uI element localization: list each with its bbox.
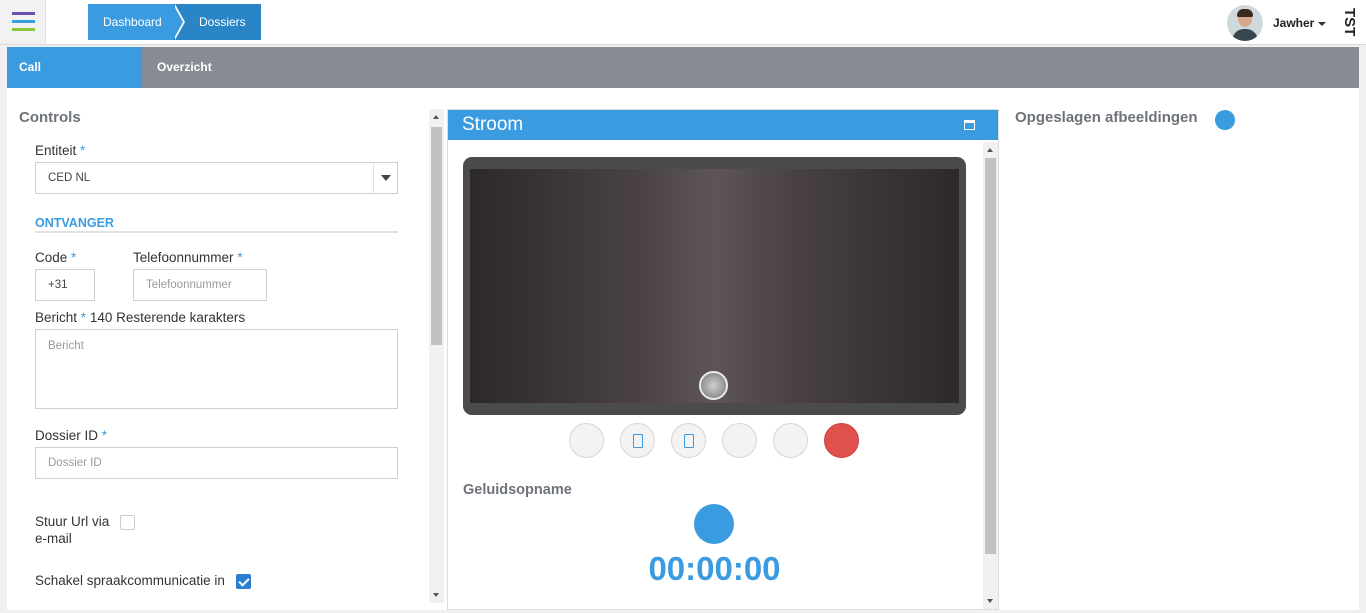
chevron-down-icon: [373, 163, 397, 193]
entiteit-select[interactable]: CED NL: [35, 162, 398, 194]
controls-title: Controls: [19, 109, 81, 126]
stream-scrollbar[interactable]: [983, 142, 998, 609]
control-button-2[interactable]: [620, 423, 655, 458]
video-frame: [463, 157, 966, 415]
code-input[interactable]: +31: [35, 269, 95, 301]
scroll-down-icon[interactable]: [433, 593, 439, 597]
controls-panel: Controls Entiteit * CED NL ONTVANGER Cod…: [7, 88, 445, 610]
telefoon-label: Telefoonnummer *: [133, 250, 243, 265]
user-name: Jawher: [1273, 16, 1327, 30]
top-bar: Dashboard Dossiers Jawher TST: [0, 0, 1366, 45]
maximize-icon[interactable]: [964, 120, 975, 130]
tab-overzicht[interactable]: Overzicht: [157, 47, 212, 88]
controls-scrollbar[interactable]: [429, 109, 444, 603]
video-feed: [470, 169, 959, 403]
capture-button[interactable]: [699, 371, 728, 400]
square-icon: [684, 434, 694, 448]
user-menu[interactable]: Jawher: [1227, 4, 1327, 42]
saved-images-title: Opgeslagen afbeeldingen: [1015, 109, 1198, 126]
stuur-url-checkbox[interactable]: [120, 515, 135, 530]
spraak-label: Schakel spraakcommunicatie in: [35, 573, 225, 588]
stream-title: Stroom: [462, 114, 524, 135]
record-button[interactable]: [694, 504, 734, 544]
stream-panel: Stroom Geluidsopname 00:00:00: [447, 109, 999, 610]
control-button-4[interactable]: [722, 423, 757, 458]
tab-bar: Call Overzicht: [7, 47, 1359, 88]
end-call-button[interactable]: [824, 423, 859, 458]
scroll-up-icon[interactable]: [987, 148, 993, 152]
breadcrumb-dossiers[interactable]: Dossiers: [173, 4, 261, 40]
scrollbar-thumb[interactable]: [431, 127, 442, 345]
menu-line: [12, 28, 35, 31]
saved-images-indicator[interactable]: [1215, 110, 1235, 130]
scrollbar-thumb[interactable]: [985, 158, 996, 554]
control-button-1[interactable]: [569, 423, 604, 458]
bericht-textarea[interactable]: Bericht: [35, 329, 398, 409]
hamburger-menu-icon[interactable]: [0, 0, 46, 44]
main-content: Controls Entiteit * CED NL ONTVANGER Cod…: [7, 88, 1359, 610]
code-label: Code *: [35, 250, 77, 265]
breadcrumb: Dashboard Dossiers: [88, 4, 261, 40]
avatar: [1227, 5, 1263, 41]
dossier-label: Dossier ID *: [35, 428, 108, 443]
scroll-up-icon[interactable]: [433, 115, 439, 119]
square-icon: [633, 434, 643, 448]
ontvanger-title: ONTVANGER: [35, 216, 398, 233]
menu-line: [12, 12, 35, 15]
scroll-down-icon[interactable]: [987, 599, 993, 603]
environment-label: TST: [1341, 8, 1358, 37]
menu-line: [12, 20, 35, 23]
stream-header: Stroom: [448, 110, 998, 140]
breadcrumb-dashboard[interactable]: Dashboard: [88, 4, 185, 40]
bericht-label: Bericht * 140 Resterende karakters: [35, 310, 246, 325]
control-button-5[interactable]: [773, 423, 808, 458]
tab-call[interactable]: Call: [7, 47, 142, 88]
dossier-input[interactable]: Dossier ID: [35, 447, 398, 479]
entiteit-label: Entiteit *: [35, 143, 86, 158]
recording-timer: 00:00:00: [648, 550, 781, 587]
telefoon-input[interactable]: Telefoonnummer: [133, 269, 267, 301]
chevron-down-icon: [1318, 21, 1327, 26]
control-button-3[interactable]: [671, 423, 706, 458]
spraak-checkbox[interactable]: [236, 574, 251, 589]
geluidsopname-title: Geluidsopname: [463, 482, 572, 498]
stuur-url-label: Stuur Url via e-mail: [35, 514, 110, 546]
